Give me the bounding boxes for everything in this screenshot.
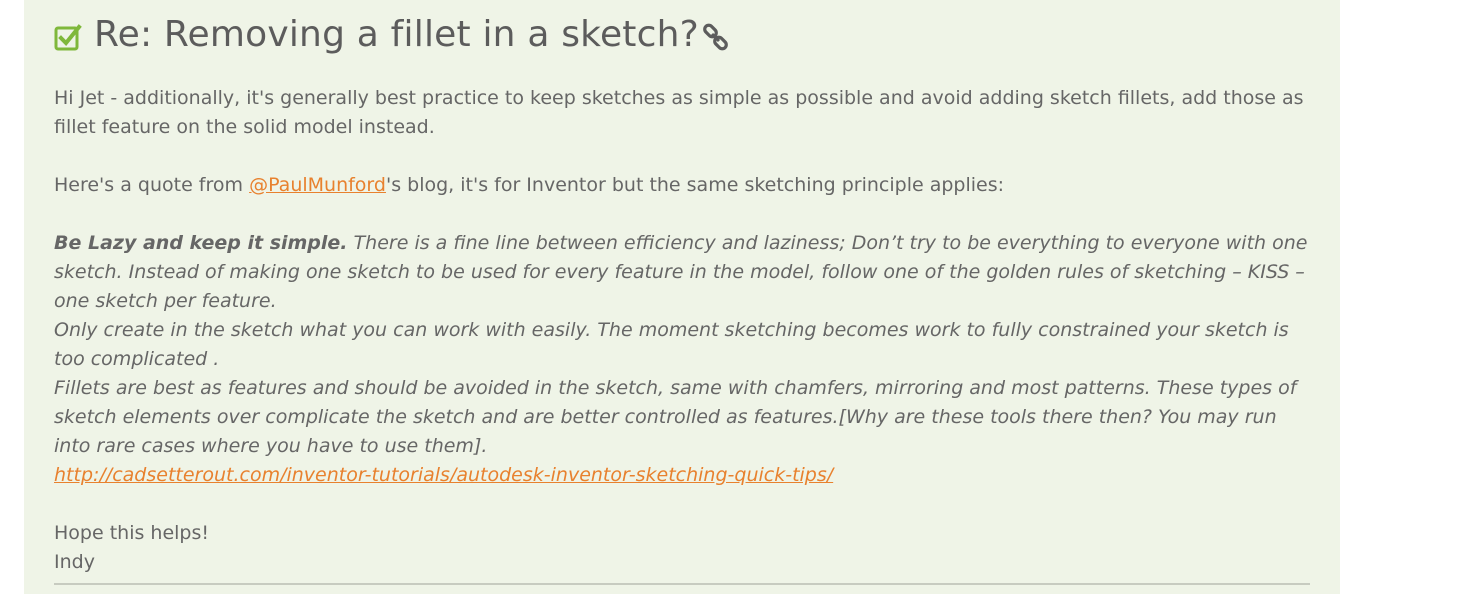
blog-quote: Be Lazy and keep it simple. There is a f…	[54, 229, 1314, 490]
post-title: Re: Removing a fillet in a sketch?	[94, 14, 699, 55]
signature-divider	[54, 583, 1310, 585]
post-header: Re: Removing a fillet in a sketch?	[54, 14, 731, 55]
quote-bold-lead: Be Lazy and keep it simple.	[54, 232, 348, 254]
quote-url-line: http://cadsetterout.com/inventor-tutoria…	[54, 461, 1314, 490]
quote-intro-start: Here's a quote from	[54, 174, 250, 196]
post-body: Hi Jet - additionally, it's generally be…	[54, 84, 1314, 577]
intro-paragraph: Hi Jet - additionally, it's generally be…	[54, 87, 1304, 138]
closing-text: Hope this helps!	[54, 522, 209, 544]
link-icon[interactable]	[701, 23, 731, 53]
quote-line-3: Fillets are best as features and should …	[54, 377, 1297, 457]
quote-intro: Here's a quote from @PaulMunford's blog,…	[54, 171, 1314, 200]
check-square-icon	[54, 23, 82, 51]
quote-intro-end: 's blog, it's for Inventor but the same …	[385, 174, 1005, 196]
signature: Indy	[54, 551, 95, 573]
quote-line-1: Be Lazy and keep it simple. There is a f…	[54, 229, 1314, 316]
mention-link[interactable]: @PaulMunford	[249, 174, 386, 196]
blog-url-link[interactable]: http://cadsetterout.com/inventor-tutoria…	[54, 464, 833, 486]
quote-line-2: Only create in the sketch what you can w…	[54, 319, 1289, 370]
forum-post: Re: Removing a fillet in a sketch? Hi Je…	[24, 0, 1340, 594]
